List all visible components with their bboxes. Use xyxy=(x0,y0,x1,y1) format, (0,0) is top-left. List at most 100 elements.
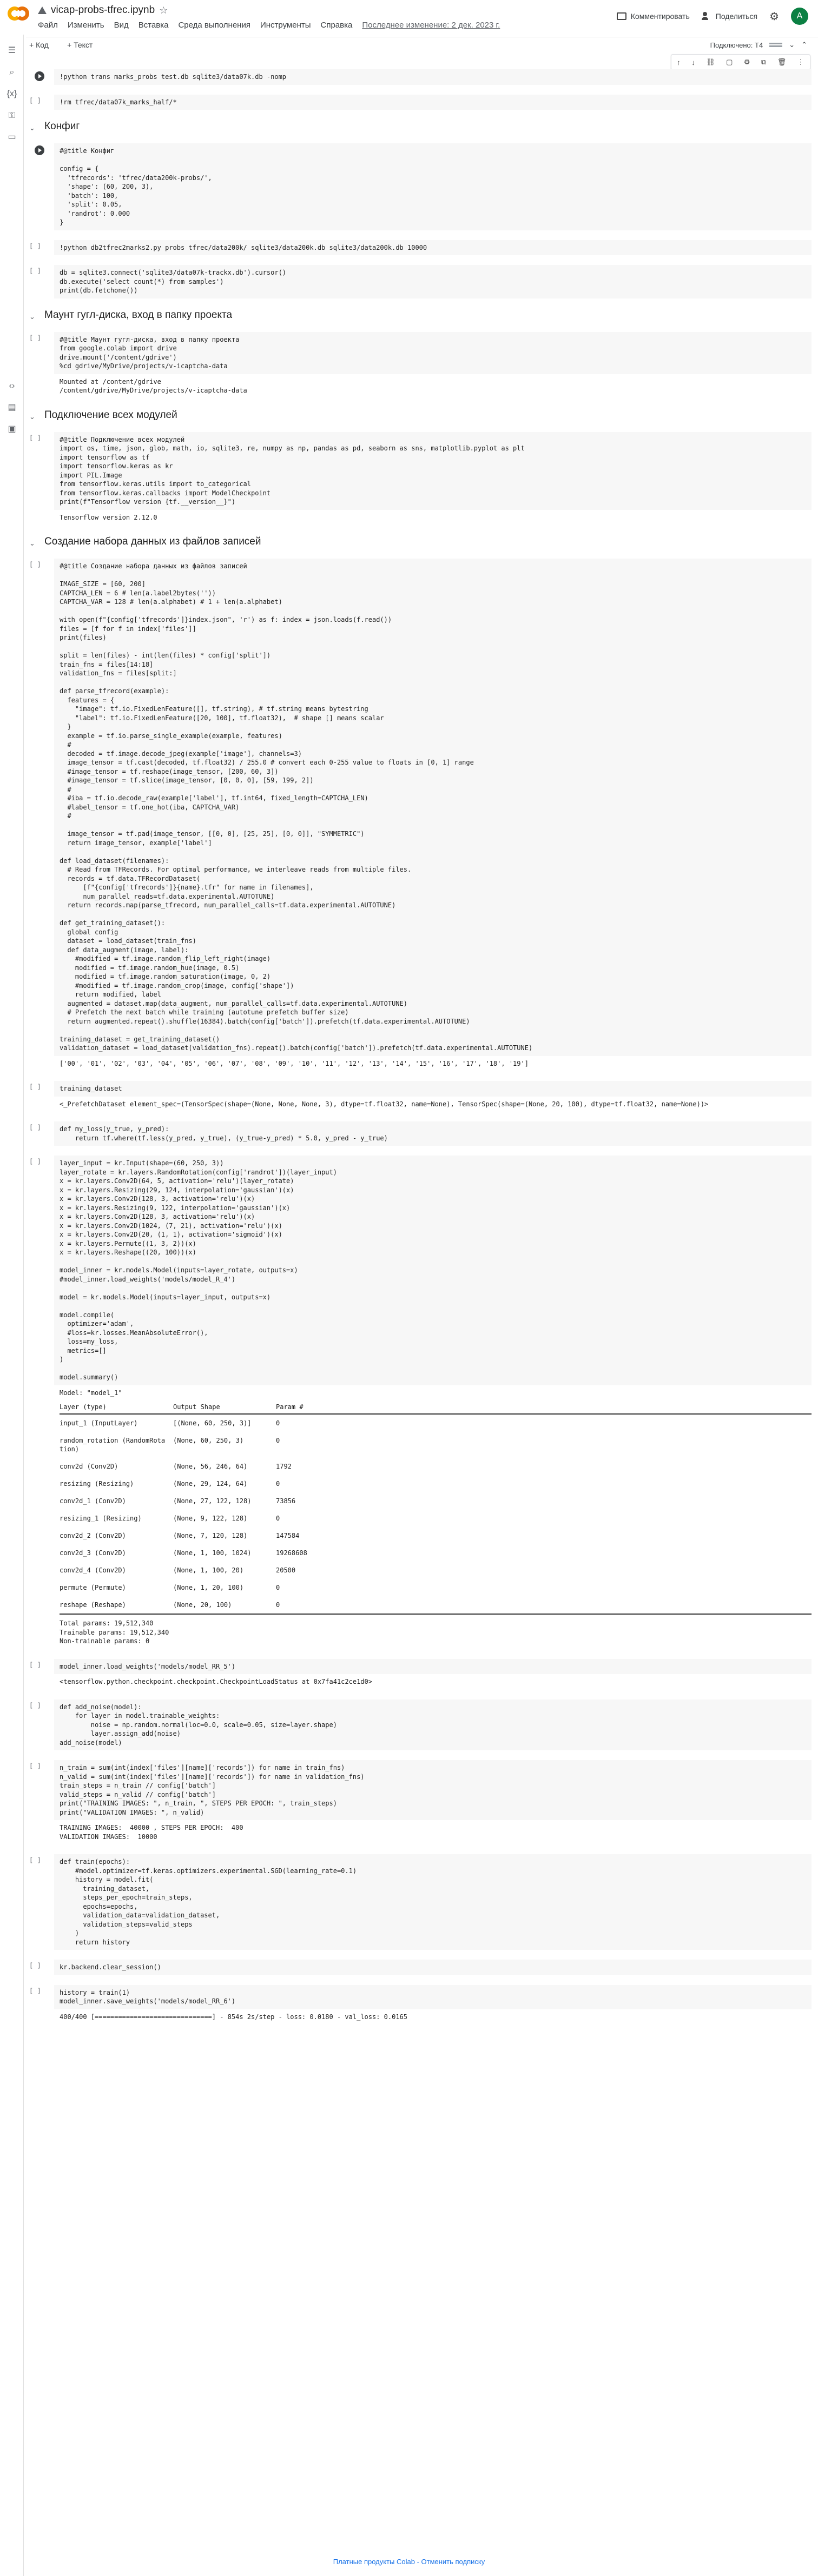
code-editor[interactable]: db = sqlite3.connect('sqlite3/data07k-tr… xyxy=(54,265,812,298)
terminal-icon[interactable]: ▣ xyxy=(6,424,17,435)
collapse-caret-icon[interactable]: ⌄ xyxy=(29,413,35,421)
last-edit-link[interactable]: Последнее изменение: 2 дек. 2023 г. xyxy=(362,21,500,30)
code-editor[interactable]: #@title Подключение всех модулей import … xyxy=(54,431,812,510)
menu-runtime[interactable]: Среда выполнения xyxy=(178,21,250,30)
add-text-button[interactable]: + Текст xyxy=(67,41,93,49)
exec-count[interactable]: [ ] xyxy=(29,242,51,250)
code-editor[interactable]: !rm tfrec/data07k_marks_half/* xyxy=(54,94,812,110)
code-cell[interactable]: [ ] training_dataset <_PrefetchDataset e… xyxy=(29,1081,812,1112)
exec-count[interactable]: [ ] xyxy=(29,561,51,568)
code-cell[interactable]: [ ] model_inner.load_weights('models/mod… xyxy=(29,1658,812,1690)
notebook-title[interactable]: vicap-probs-tfrec.ipynb xyxy=(51,4,155,16)
code-editor[interactable]: kr.backend.clear_session() xyxy=(54,1960,812,1975)
exec-count[interactable]: [ ] xyxy=(29,1158,51,1165)
code-editor[interactable]: #@title Создание набора данных из файлов… xyxy=(54,559,812,1056)
exec-count[interactable]: [ ] xyxy=(29,434,51,442)
code-cell[interactable]: [ ] n_train = sum(int(index['files'][nam… xyxy=(29,1760,812,1844)
code-cell[interactable]: [ ] history = train(1) model_inner.save_… xyxy=(29,1984,812,2025)
exec-count[interactable]: [ ] xyxy=(29,1702,51,1709)
runtime-status[interactable]: Подключено: T4 ⌄ ⌃ xyxy=(710,41,807,49)
code-editor[interactable]: training_dataset xyxy=(54,1081,812,1097)
chevron-down-icon[interactable]: ⌄ xyxy=(789,41,795,49)
code-cell[interactable]: [ ] #@title Подключение всех модулей imp… xyxy=(29,431,812,526)
summary-header-col-0: Layer (type) xyxy=(60,1403,107,1411)
collapse-icon[interactable]: ⌃ xyxy=(801,41,807,49)
code-editor[interactable]: def add_noise(model): for layer in model… xyxy=(54,1699,812,1750)
comment-button[interactable]: Комментировать xyxy=(616,12,690,21)
exec-count[interactable]: [ ] xyxy=(29,334,51,342)
menu-edit[interactable]: Изменить xyxy=(68,21,104,30)
code-cell[interactable]: [ ] #@title Маунт гугл-диска, вход в пап… xyxy=(29,331,812,399)
toc-icon[interactable]: ☰ xyxy=(6,45,17,56)
code-cell[interactable]: [ ] #@title Создание набора данных из фа… xyxy=(29,559,812,1071)
code-cell[interactable]: #@title Конфиг config = { 'tfrecords': '… xyxy=(29,143,812,230)
command-palette-icon[interactable]: ▤ xyxy=(6,402,17,413)
code-editor[interactable]: def my_loss(y_true, y_pred): return tf.w… xyxy=(54,1121,812,1146)
summary-cell-col-1: (None, 27, 122, 128) xyxy=(173,1497,252,1505)
avatar[interactable]: A xyxy=(791,8,808,25)
summary-cell-col-0: conv2d_3 (Conv2D) xyxy=(60,1549,126,1557)
exec-count[interactable]: [ ] xyxy=(29,1856,51,1864)
share-button[interactable]: Поделиться xyxy=(701,12,757,21)
code-editor[interactable]: #@title Маунт гугл-диска, вход в папку п… xyxy=(54,331,812,374)
secrets-key-icon[interactable]: ⚿ xyxy=(6,110,17,121)
exec-count[interactable]: [ ] xyxy=(29,1083,51,1091)
cell-run-area[interactable] xyxy=(29,71,51,81)
code-cell[interactable]: !python trans marks_probs test.db sqlite… xyxy=(29,69,812,85)
menu-tools[interactable]: Инструменты xyxy=(260,21,311,30)
code-editor[interactable]: !python trans marks_probs test.db sqlite… xyxy=(54,69,812,85)
search-icon[interactable]: ⌕ xyxy=(6,67,17,78)
code-editor[interactable]: history = train(1) model_inner.save_weig… xyxy=(54,1984,812,2009)
menu-help[interactable]: Справка xyxy=(321,21,353,30)
collapse-caret-icon[interactable]: ⌄ xyxy=(29,313,35,321)
code-editor[interactable]: #@title Конфиг config = { 'tfrecords': '… xyxy=(54,143,812,230)
folder-icon[interactable]: ▭ xyxy=(6,132,17,143)
code-cell[interactable]: [ ] def my_loss(y_true, y_pred): return … xyxy=(29,1121,812,1146)
exec-count[interactable]: [ ] xyxy=(29,1987,51,1995)
collapse-caret-icon[interactable]: ⌄ xyxy=(29,539,35,548)
menu-insert[interactable]: Вставка xyxy=(138,21,169,30)
exec-count[interactable]: [ ] xyxy=(29,267,51,275)
exec-count[interactable]: [ ] xyxy=(29,1962,51,1969)
title-row: vicap-probs-tfrec.ipynb ☆ xyxy=(38,4,168,16)
code-cell[interactable]: [ ] def add_noise(model): for layer in m… xyxy=(29,1699,812,1750)
exec-count[interactable]: [ ] xyxy=(29,1661,51,1669)
add-code-button[interactable]: + Код xyxy=(29,41,49,49)
variables-icon[interactable]: {x} xyxy=(6,89,17,99)
summary-row: input_1 (InputLayer) [(None, 60, 250, 3)]… xyxy=(60,1415,812,1432)
code-editor[interactable]: layer_input = kr.Input(shape=(60, 250, 3… xyxy=(54,1156,812,1385)
code-cell[interactable]: [ ] kr.backend.clear_session() xyxy=(29,1960,812,1975)
section-header[interactable]: ⌄ Маунт гугл-диска, вход в папку проекта xyxy=(29,308,812,324)
footer-links[interactable]: Платные продукты Colab - Отменить подпис… xyxy=(0,2558,818,2566)
code-editor[interactable]: n_train = sum(int(index['files'][name]['… xyxy=(54,1760,812,1820)
code-editor[interactable]: model_inner.load_weights('models/model_R… xyxy=(54,1658,812,1674)
share-icon xyxy=(701,12,711,21)
settings-gear-icon[interactable]: ⚙ xyxy=(769,10,779,23)
menu-view[interactable]: Вид xyxy=(114,21,129,30)
exec-count[interactable]: [ ] xyxy=(29,97,51,104)
code-editor[interactable]: def train(epochs): #model.optimizer=tf.k… xyxy=(54,1854,812,1950)
summary-cell-col-2: 73856 xyxy=(276,1497,296,1505)
section-header[interactable]: ⌄ Создание набора данных из файлов запис… xyxy=(29,535,812,551)
run-icon[interactable] xyxy=(35,145,44,155)
exec-count[interactable]: [ ] xyxy=(29,1124,51,1131)
star-icon[interactable]: ☆ xyxy=(159,5,168,16)
code-cell[interactable]: [ ] def train(epochs): #model.optimizer=… xyxy=(29,1854,812,1950)
connected-label: Подключено: T4 xyxy=(710,41,763,49)
run-icon[interactable] xyxy=(35,71,44,81)
section-header[interactable]: ⌄ Конфиг xyxy=(29,119,812,136)
code-cell[interactable]: [ ] !rm tfrec/data07k_marks_half/* xyxy=(29,94,812,110)
menu-file[interactable]: Файл xyxy=(38,21,58,30)
cell-run-area[interactable] xyxy=(29,145,51,155)
code-cell[interactable]: [ ] layer_input = kr.Input(shape=(60, 25… xyxy=(29,1156,812,1649)
section-header[interactable]: ⌄ Подключение всех модулей xyxy=(29,408,812,424)
code-snippets-icon[interactable]: ‹› xyxy=(6,381,17,391)
exec-count[interactable]: [ ] xyxy=(29,1762,51,1770)
colab-logo-icon[interactable] xyxy=(8,6,29,21)
summary-cell-col-0: reshape (Reshape) xyxy=(60,1601,126,1609)
code-editor[interactable]: !python db2tfrec2marks2.py probs tfrec/d… xyxy=(54,240,812,255)
summary-cell-col-2: 19268608 xyxy=(276,1549,307,1557)
collapse-caret-icon[interactable]: ⌄ xyxy=(29,124,35,132)
code-cell[interactable]: [ ] db = sqlite3.connect('sqlite3/data07… xyxy=(29,265,812,298)
code-cell[interactable]: [ ] !python db2tfrec2marks2.py probs tfr… xyxy=(29,240,812,255)
